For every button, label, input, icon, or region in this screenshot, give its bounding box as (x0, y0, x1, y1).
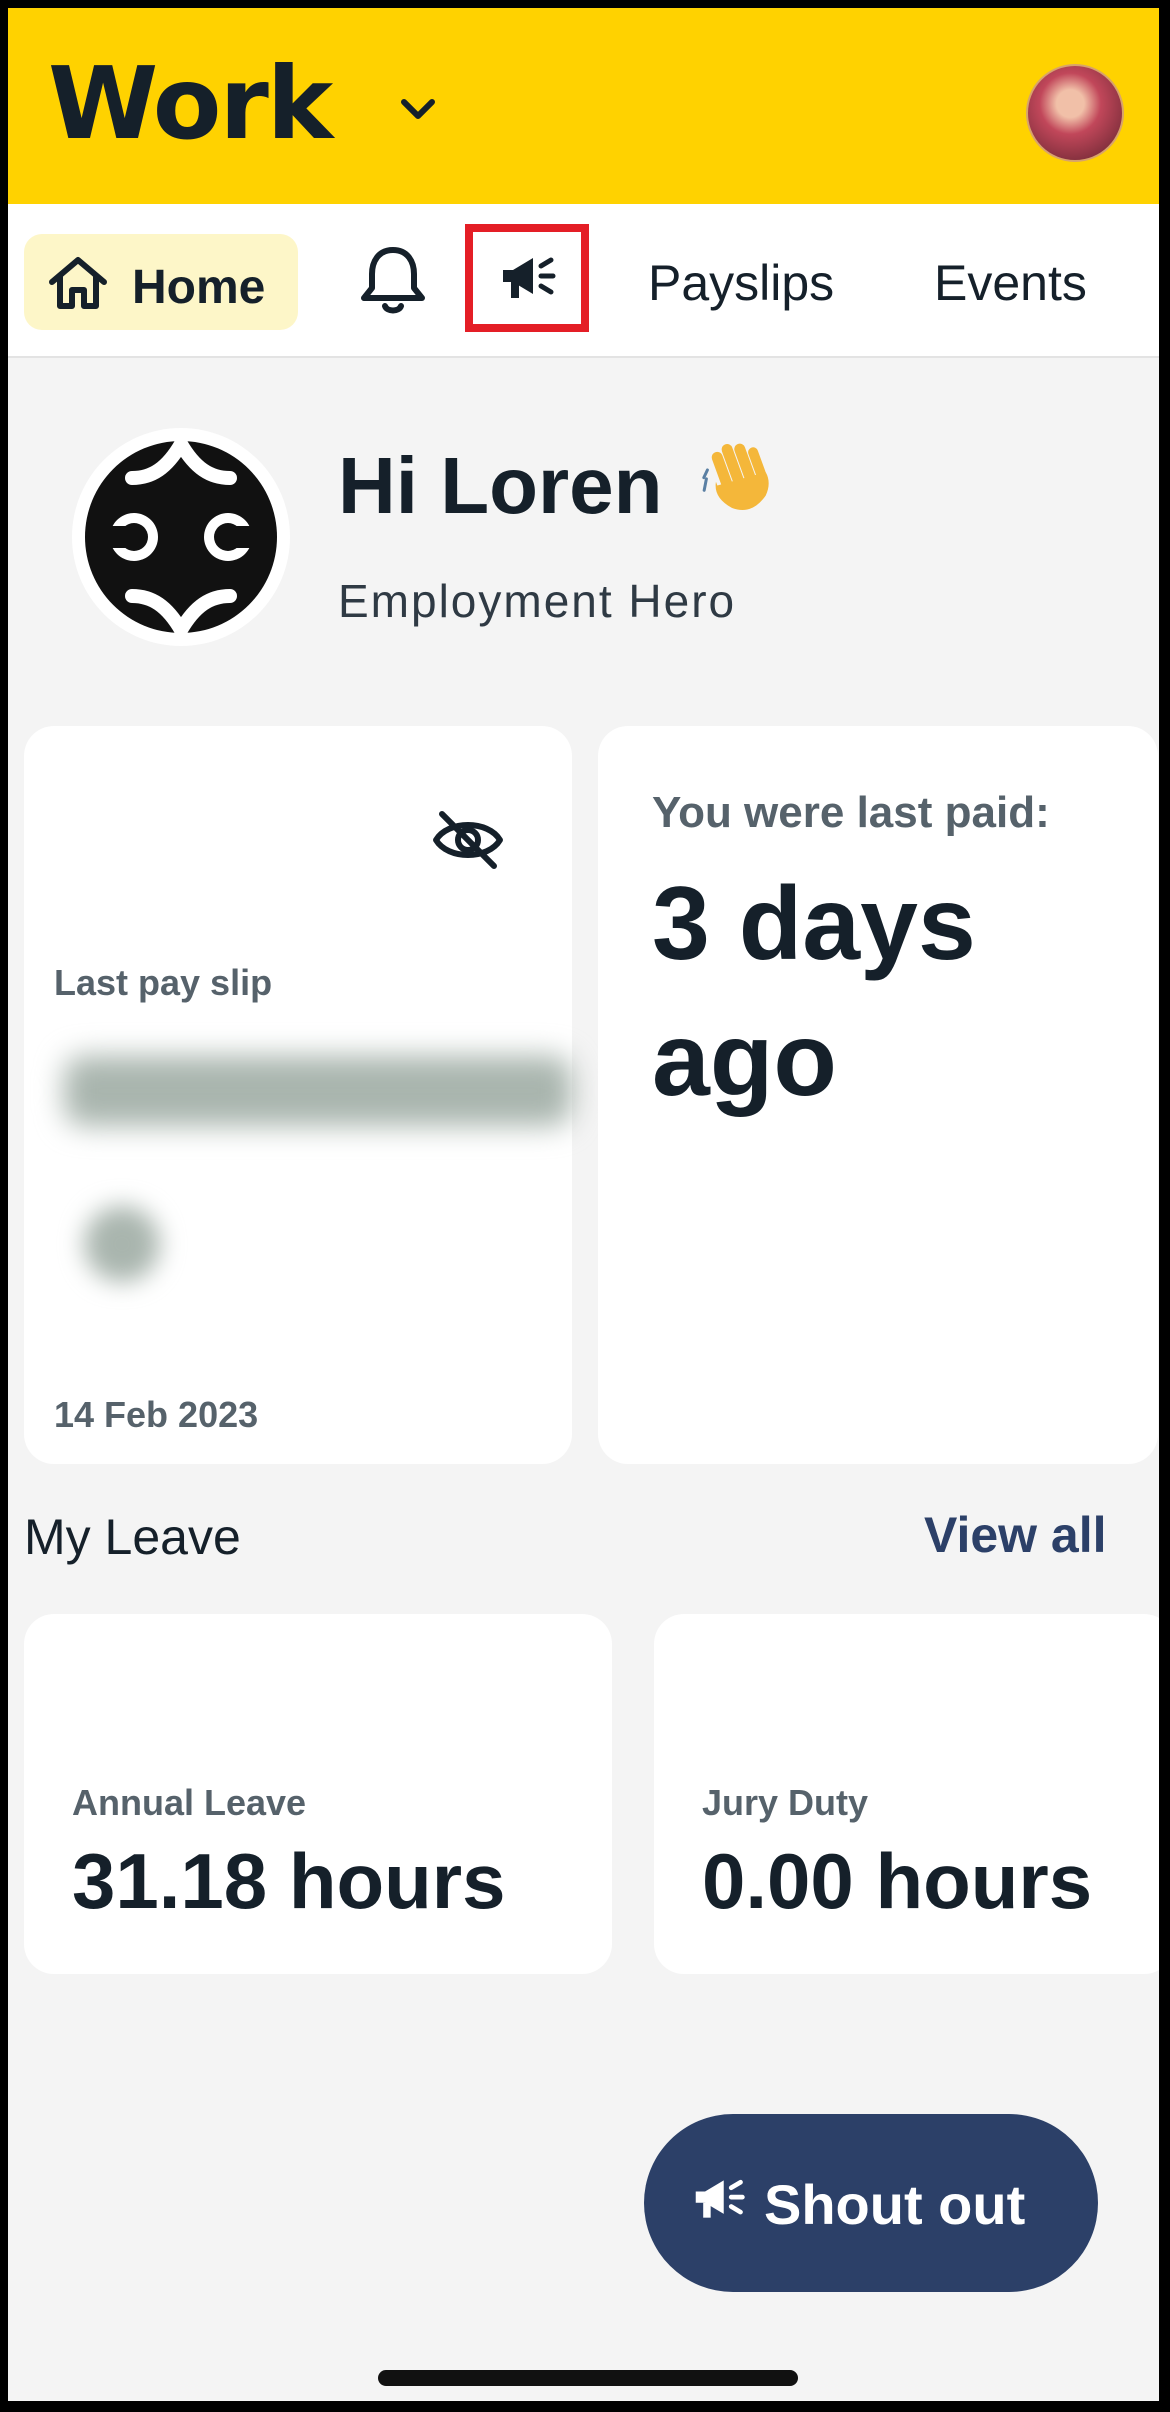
tab-events[interactable]: Events (934, 254, 1087, 312)
app-screen: Work Home Payslips Events Hi Loren Emplo… (8, 8, 1159, 2401)
tab-home-label: Home (132, 261, 266, 314)
workspace-title[interactable]: Work (48, 54, 333, 154)
waving-hand-icon (702, 443, 769, 511)
tab-payslips[interactable]: Payslips (648, 254, 834, 312)
company-logo (72, 428, 290, 646)
leave-card-jury-duty[interactable]: Jury Duty 0.00 hours (654, 1614, 1159, 1974)
last-payslip-card[interactable]: Last pay slip 14 Feb 2023 (24, 726, 572, 1464)
chevron-down-icon[interactable] (398, 94, 438, 124)
company-name: Employment Hero (338, 575, 737, 627)
greeting-text: Hi Loren (338, 441, 663, 530)
tab-home[interactable]: Home (24, 234, 298, 330)
my-leave-title: My Leave (24, 1509, 241, 1565)
megaphone-icon (695, 2179, 745, 2218)
last-paid-label: You were last paid: (652, 788, 1050, 837)
megaphone-icon (503, 257, 556, 298)
tab-bar: Home Payslips Events (8, 204, 1159, 358)
leave-value: 0.00 hours (702, 1837, 1093, 1925)
payslip-date: 14 Feb 2023 (54, 1394, 259, 1435)
shout-out-label: Shout out (764, 2173, 1026, 2236)
leave-value: 31.18 hours (72, 1837, 506, 1925)
home-indicator[interactable] (378, 2370, 798, 2386)
last-paid-card: You were last paid: 3 days ago (598, 726, 1158, 1464)
hidden-amount-cents (84, 1206, 160, 1282)
home-icon (49, 257, 107, 309)
shout-out-button[interactable]: Shout out (644, 2114, 1098, 2292)
hidden-amount (64, 1056, 572, 1126)
leave-label: Annual Leave (72, 1782, 307, 1823)
payslip-caption: Last pay slip (54, 962, 273, 1003)
leave-card-annual[interactable]: Annual Leave 31.18 hours (24, 1614, 612, 1974)
leave-label: Jury Duty (702, 1782, 869, 1823)
last-paid-value: 3 days ago (652, 866, 976, 1118)
avatar[interactable] (1026, 64, 1124, 162)
top-header: Work (8, 8, 1159, 204)
tab-announcements[interactable] (465, 224, 589, 332)
company-logo-icon (85, 437, 277, 637)
eye-off-icon[interactable] (432, 808, 504, 872)
view-all-link[interactable]: View all (924, 1506, 1107, 1564)
bell-icon[interactable] (358, 244, 428, 316)
